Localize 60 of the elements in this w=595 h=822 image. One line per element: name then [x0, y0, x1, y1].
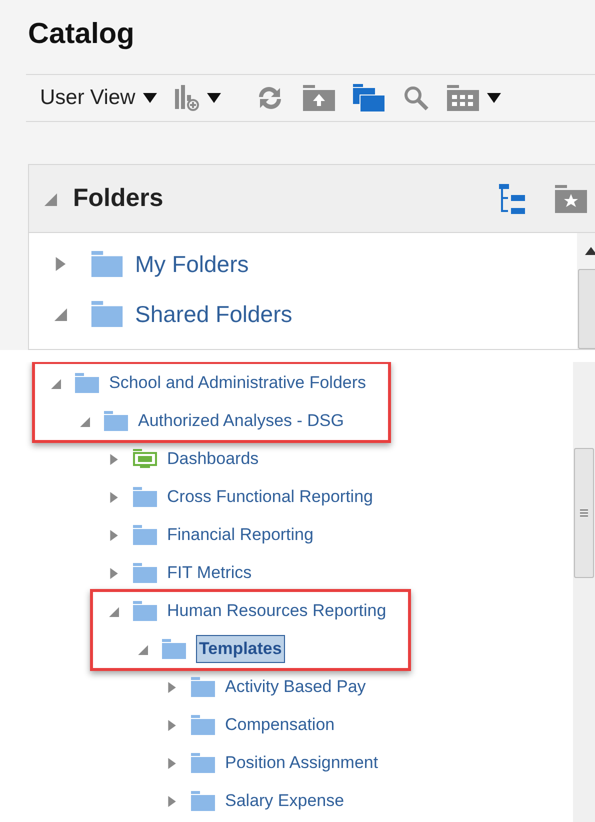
- tree-item[interactable]: Activity Based Pay: [225, 674, 366, 700]
- expanded-triangle-icon[interactable]: [53, 307, 67, 321]
- folder-icon: [133, 601, 157, 621]
- folder-icon: [133, 525, 157, 545]
- scrollbar[interactable]: [573, 362, 595, 822]
- tree-item[interactable]: Human Resources Reporting: [167, 598, 386, 624]
- panel-title: Folders: [73, 182, 164, 214]
- search-icon[interactable]: [403, 85, 430, 111]
- folder-icon: [162, 639, 186, 659]
- tree-item[interactable]: FIT Metrics: [167, 560, 252, 586]
- scroll-up-icon[interactable]: [585, 247, 595, 255]
- favorite-folder-icon[interactable]: [555, 184, 587, 212]
- tree-item[interactable]: Salary Expense: [225, 788, 344, 814]
- tree-item[interactable]: Cross Functional Reporting: [167, 484, 373, 510]
- folder-icon: [191, 753, 215, 773]
- folder-icon: [75, 373, 99, 393]
- folder-icon: [191, 677, 215, 697]
- upload-folder-icon[interactable]: [303, 85, 336, 111]
- tree-item[interactable]: Authorized Analyses - DSG: [138, 408, 344, 434]
- collapsed-triangle-icon[interactable]: [108, 568, 119, 578]
- caret-icon[interactable]: [487, 93, 502, 103]
- tree-item[interactable]: School and Administrative Folders: [109, 370, 366, 396]
- folders-icon[interactable]: [353, 84, 386, 112]
- collapsed-triangle-icon[interactable]: [166, 758, 177, 768]
- expanded-triangle-icon[interactable]: [50, 378, 61, 388]
- folder-icon: [133, 487, 157, 507]
- collapsed-triangle-icon[interactable]: [108, 530, 119, 540]
- folder-icon: [91, 301, 123, 327]
- folder-icon: [191, 715, 215, 735]
- tree-item[interactable]: Shared Folders: [135, 296, 292, 332]
- expanded-triangle-icon[interactable]: [108, 606, 119, 616]
- tree-item[interactable]: Financial Reporting: [167, 522, 314, 548]
- grip-icon: [580, 509, 588, 517]
- expanded-triangle-icon[interactable]: [137, 644, 148, 654]
- caret-icon[interactable]: [207, 93, 222, 103]
- collapsed-triangle-icon[interactable]: [166, 796, 177, 806]
- page-title: Catalog: [27, 17, 134, 52]
- scrollbar-thumb[interactable]: [574, 448, 594, 578]
- tree-item[interactable]: Compensation: [225, 712, 335, 738]
- folder-icon: [91, 251, 123, 277]
- expanded-triangle-icon[interactable]: [43, 192, 57, 206]
- chart-add-icon[interactable]: [175, 85, 200, 111]
- folder-icon: [104, 411, 128, 431]
- grid-icon[interactable]: [447, 85, 480, 111]
- collapsed-triangle-icon[interactable]: [53, 257, 67, 271]
- tree-item[interactable]: My Folders: [135, 246, 249, 282]
- view-menu-button[interactable]: User View: [40, 82, 158, 114]
- collapsed-triangle-icon[interactable]: [108, 454, 119, 464]
- expanded-triangle-icon[interactable]: [79, 416, 90, 426]
- caret-icon: [143, 93, 158, 103]
- collapsed-triangle-icon[interactable]: [166, 682, 177, 692]
- folder-icon: [191, 791, 215, 811]
- tree-view-icon[interactable]: [499, 184, 527, 214]
- dashboard-icon: [133, 449, 157, 469]
- collapsed-triangle-icon[interactable]: [166, 720, 177, 730]
- collapsed-triangle-icon[interactable]: [108, 492, 119, 502]
- tree-item[interactable]: Position Assignment: [225, 750, 378, 776]
- tree-item[interactable]: Templates: [196, 635, 285, 663]
- folder-icon: [133, 563, 157, 583]
- tree-item[interactable]: Dashboards: [167, 446, 259, 472]
